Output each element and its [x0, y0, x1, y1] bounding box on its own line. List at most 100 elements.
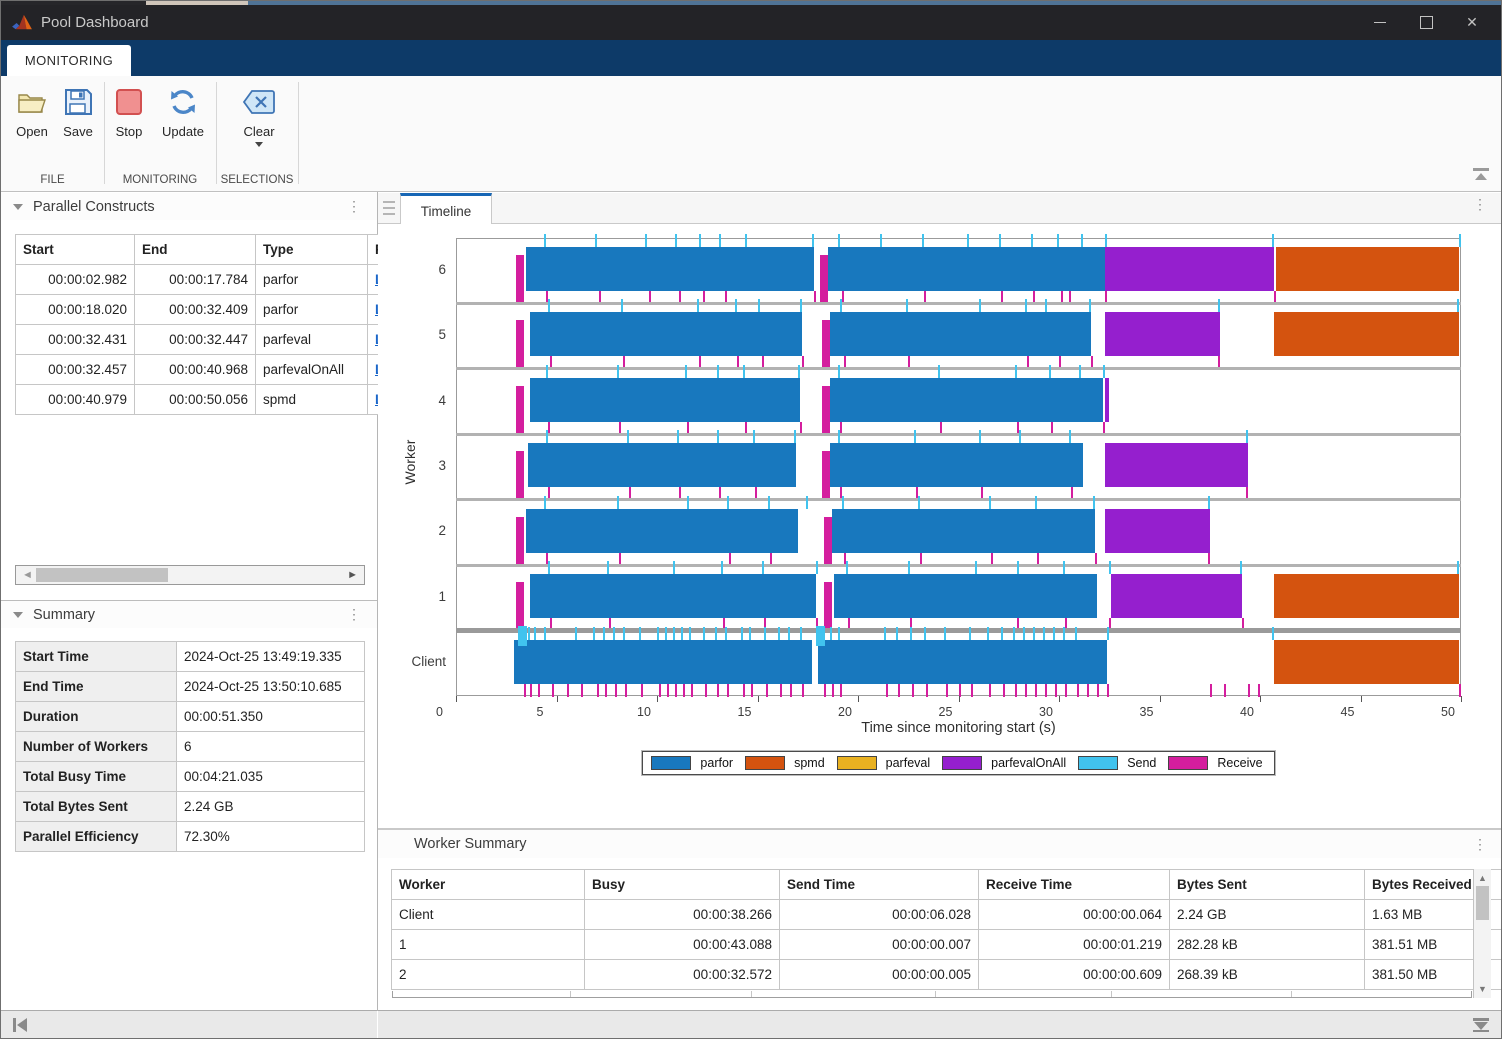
- tab-monitoring[interactable]: MONITORING: [7, 45, 131, 76]
- send-tick: [749, 627, 751, 640]
- receive-burst: [516, 320, 524, 370]
- send-tick: [842, 496, 844, 509]
- column-header: Worker: [392, 870, 585, 900]
- timeline-bar-parfevalOnAll[interactable]: [1105, 378, 1109, 422]
- table-row[interactable]: 00:00:40.97900:00:50.056spmd Live: [16, 385, 426, 415]
- update-button[interactable]: Update: [154, 84, 212, 139]
- timeline-bar-parfor[interactable]: [832, 509, 1095, 553]
- minimize-button[interactable]: [1357, 5, 1403, 40]
- timeline-bar-parfor[interactable]: [526, 509, 797, 553]
- timeline-bar-parfevalOnAll[interactable]: [1105, 312, 1220, 356]
- table-row[interactable]: 00:00:32.45700:00:40.968parfevalOnAll Li…: [16, 355, 426, 385]
- panel-menu-icon[interactable]: ⋮: [347, 204, 361, 209]
- timeline-bar-spmd[interactable]: [1276, 247, 1459, 291]
- timeline-bar-spmd[interactable]: [1274, 312, 1459, 356]
- send-tick: [944, 627, 946, 640]
- timeline-bar-parfevalOnAll[interactable]: [1111, 574, 1242, 618]
- chevron-down-icon[interactable]: [255, 142, 263, 147]
- send-tick: [1105, 234, 1107, 247]
- parallel-constructs-table[interactable]: StartEndTypeFunc 00:00:02.98200:00:17.78…: [15, 234, 426, 415]
- send-tick: [1057, 234, 1059, 247]
- scroll-up-icon[interactable]: ▲: [1474, 873, 1491, 883]
- titlebar: Pool Dashboard ✕: [1, 5, 1502, 40]
- send-tick: [880, 234, 882, 247]
- table-row[interactable]: 00:00:32.43100:00:32.447parfeval Live: [16, 325, 426, 355]
- scrollbar-thumb[interactable]: [1476, 886, 1489, 920]
- scroll-down-icon[interactable]: ▼: [1474, 984, 1491, 994]
- timeline-bar-parfor[interactable]: [528, 443, 795, 487]
- column-header: Send Time: [780, 870, 979, 900]
- timeline-bar-parfor[interactable]: [828, 247, 1105, 291]
- timeline-bar-parfevalOnAll[interactable]: [1105, 443, 1248, 487]
- row-separator: [456, 433, 1461, 436]
- timeline-bar-parfor[interactable]: [526, 247, 813, 291]
- scrollbar-thumb[interactable]: [36, 568, 168, 582]
- send-tick: [840, 299, 842, 312]
- send-tick: [546, 365, 548, 378]
- table-row[interactable]: 00:00:02.98200:00:17.784parfor Live: [16, 265, 426, 295]
- send-tick: [924, 627, 926, 640]
- panel-menu-icon[interactable]: ⋮: [1473, 842, 1487, 847]
- vertical-scrollbar[interactable]: ▲ ▼: [1473, 869, 1491, 998]
- clear-button[interactable]: Clear: [230, 84, 288, 147]
- timeline-bar-parfor[interactable]: [830, 312, 1091, 356]
- send-tick: [768, 496, 770, 509]
- scroll-right-icon[interactable]: ►: [347, 569, 358, 581]
- summary-label: Duration: [16, 702, 177, 732]
- receive-tick: [1003, 684, 1005, 697]
- collapse-down-icon[interactable]: [1471, 1016, 1489, 1032]
- collapse-panel-icon[interactable]: [13, 612, 23, 618]
- table-header-row: WorkerBusySend TimeReceive TimeBytes Sen…: [392, 870, 1502, 900]
- send-tick: [896, 627, 898, 640]
- timeline-bar-parfor[interactable]: [834, 574, 1097, 618]
- summary-row: Parallel Efficiency 72.30%: [16, 822, 365, 852]
- table-row[interactable]: Client00:00:38.26600:00:06.028 00:00:00.…: [392, 900, 1502, 930]
- close-button[interactable]: ✕: [1449, 5, 1495, 40]
- timeline-bar-parfor[interactable]: [830, 443, 1083, 487]
- receive-tick: [705, 684, 707, 697]
- send-tick: [593, 627, 595, 640]
- column-header: Start: [16, 235, 135, 265]
- collapse-panel-icon[interactable]: [13, 204, 23, 210]
- send-tick: [1272, 234, 1274, 247]
- collapse-left-icon[interactable]: [11, 1017, 29, 1033]
- send-tick: [544, 496, 546, 509]
- timeline-bar-parfor[interactable]: [530, 312, 801, 356]
- send-tick: [715, 627, 717, 640]
- timeline-bar-parfevalOnAll[interactable]: [1105, 509, 1210, 553]
- horizontal-scrollbar[interactable]: ◄ ►: [15, 565, 365, 585]
- send-tick: [1033, 627, 1035, 640]
- y-tick-label: 6: [386, 262, 446, 280]
- summary-row: Start Time 2024-Oct-25 13:49:19.335: [16, 642, 365, 672]
- worker-summary-table[interactable]: WorkerBusySend TimeReceive TimeBytes Sen…: [391, 869, 1502, 990]
- panel-menu-icon[interactable]: ⋮: [347, 612, 361, 617]
- timeline-bar-parfor[interactable]: [530, 378, 799, 422]
- send-tick: [1031, 234, 1033, 247]
- table-row[interactable]: 200:00:32.57200:00:00.005 00:00:00.60926…: [392, 960, 1502, 990]
- timeline-chart: Worker Time since monitoring start (s) p…: [378, 224, 1502, 827]
- receive-tick: [1065, 684, 1067, 697]
- drag-handle-icon[interactable]: [383, 201, 395, 215]
- timeline-bar-spmd[interactable]: [1274, 640, 1459, 684]
- table-row[interactable]: 00:00:18.02000:00:32.409parfor Live: [16, 295, 426, 325]
- send-tick: [1069, 430, 1071, 443]
- scroll-left-icon[interactable]: ◄: [22, 569, 33, 581]
- collapse-ribbon-icon[interactable]: [1471, 166, 1493, 184]
- timeline-bar-parfor[interactable]: [818, 640, 1107, 684]
- timeline-bar-parfor[interactable]: [514, 640, 811, 684]
- summary-label: Number of Workers: [16, 732, 177, 762]
- timeline-bar-parfor[interactable]: [530, 574, 815, 618]
- toolbar-divider: [216, 82, 217, 184]
- tab-timeline[interactable]: Timeline: [400, 193, 492, 227]
- summary-label: Parallel Efficiency: [16, 822, 177, 852]
- panel-menu-icon[interactable]: ⋮: [1473, 202, 1487, 207]
- save-button[interactable]: Save: [49, 84, 107, 139]
- legend-label: parfeval: [886, 756, 930, 770]
- timeline-bar-parfevalOnAll[interactable]: [1105, 247, 1274, 291]
- table-row[interactable]: 100:00:43.08800:00:00.007 00:00:01.21928…: [392, 930, 1502, 960]
- maximize-button[interactable]: [1403, 5, 1449, 40]
- stop-button[interactable]: Stop: [100, 84, 158, 139]
- timeline-bar-parfor[interactable]: [830, 378, 1103, 422]
- x-tick: [858, 696, 859, 702]
- timeline-bar-spmd[interactable]: [1274, 574, 1459, 618]
